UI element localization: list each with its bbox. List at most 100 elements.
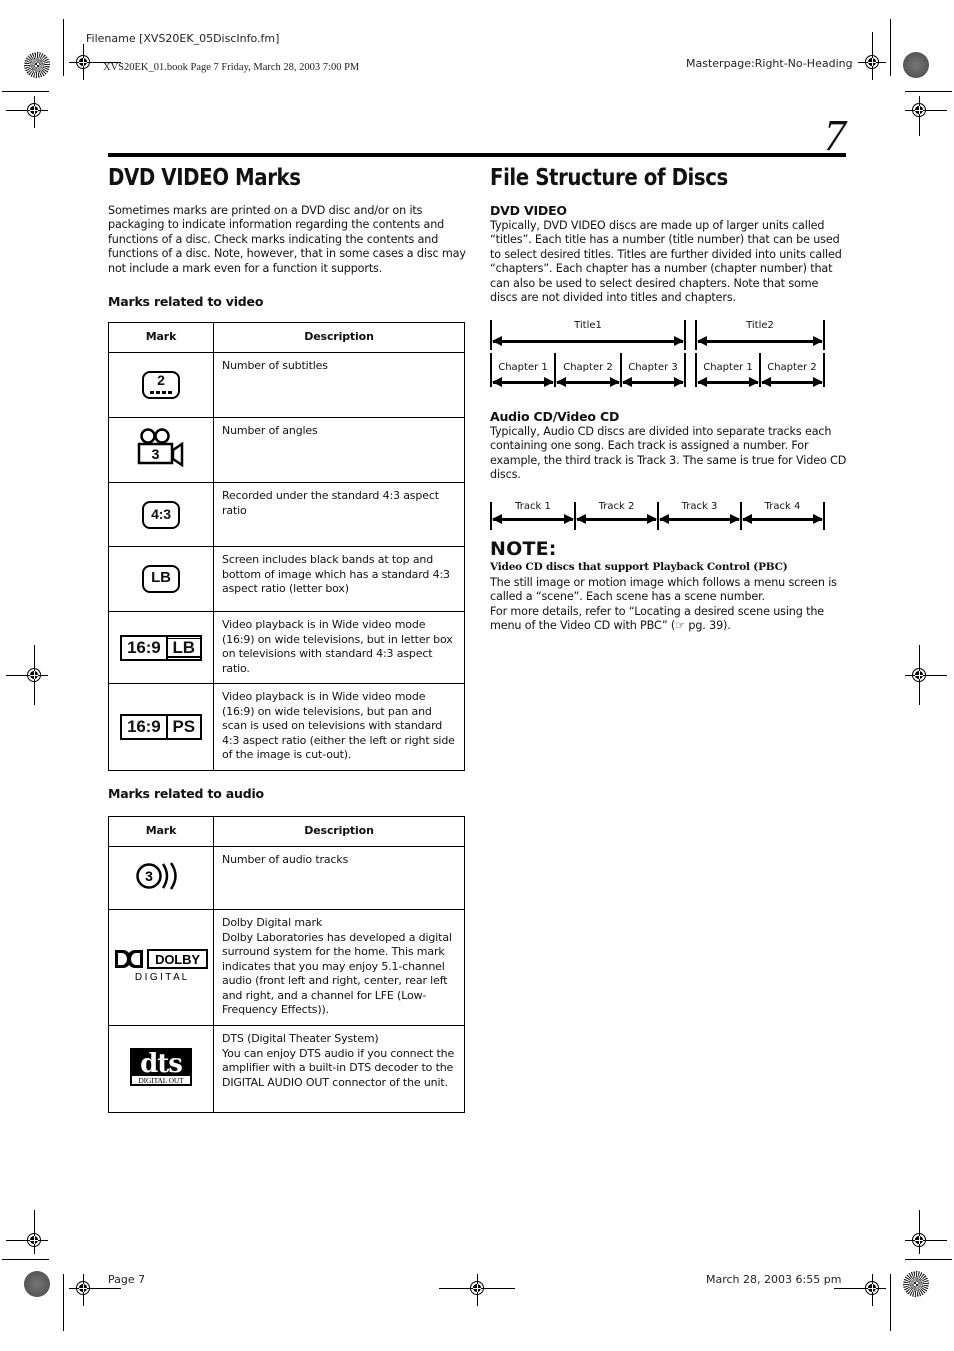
row-description: Video playback is in Wide video mode (16… [213, 683, 465, 771]
crop-line [905, 1259, 952, 1260]
camera-angles-icon: 3 [137, 428, 184, 468]
row-description: Video playback is in Wide video mode (16… [213, 611, 465, 684]
column-header-description: Description [213, 816, 465, 847]
title-segment: Title1 [492, 320, 684, 350]
divider [684, 353, 686, 387]
row-description: Screen includes black bands at top and b… [213, 546, 465, 612]
svg-text:dts: dts [140, 1049, 182, 1079]
crop-line [2, 91, 49, 92]
color-bar-disc-icon [24, 1271, 50, 1297]
row-description: Number of subtitles [213, 352, 465, 418]
dolby-digital-logo-icon: DOLBY D I G I T A L [115, 949, 208, 983]
double-arrow-icon [742, 514, 823, 524]
crop-line [63, 1274, 64, 1331]
aspect-4-3-icon: 4:3 [142, 500, 180, 529]
chapter-segment: Chapter 3 [622, 362, 684, 388]
dvd-structure-diagram: Title1 Title2 Chapter 1 Chapter 2 Chapte… [490, 318, 830, 390]
section-title-file-structure: File Structure of Discs [490, 165, 728, 191]
chapter-segment: Chapter 2 [556, 362, 620, 388]
dvd-video-paragraph: Typically, DVD VIDEO discs are made up o… [490, 219, 842, 305]
chapter-segment: Chapter 1 [697, 362, 759, 388]
double-arrow-icon [697, 377, 759, 387]
crop-line [905, 91, 952, 92]
crop-line [2, 1259, 49, 1260]
svg-text:DOLBY: DOLBY [155, 952, 200, 967]
table-row: 16:9 LB Video playback is in Wide video … [108, 611, 465, 684]
audio-cd-heading: Audio CD/Video CD [490, 409, 620, 424]
color-bar-disc-icon [24, 52, 50, 78]
audio-marks-table: Mark Description 3 Number of audio track… [108, 816, 465, 1113]
row-description: Dolby Laboratories has developed a digit… [222, 930, 452, 1017]
double-arrow-icon [576, 514, 657, 524]
double-arrow-icon [761, 377, 823, 387]
audio-tracks-icon: 3 [136, 862, 177, 890]
note-text-1: The still image or motion image which fo… [490, 576, 837, 604]
footer-timestamp: March 28, 2003 6:55 pm [706, 1273, 842, 1286]
wide-pan-scan-icon: 16:9 PS [120, 714, 202, 740]
divider [823, 320, 825, 350]
divider [823, 502, 825, 530]
table-row: DOLBY D I G I T A L Dolby Digital mark D… [108, 909, 465, 1026]
note-heading: NOTE: [490, 538, 557, 560]
dts-title: DTS (Digital Theater System) [222, 1032, 379, 1045]
crop-line [63, 19, 64, 76]
dts-digital-out-logo-icon: dts DIGITAL OUT [130, 1047, 192, 1086]
row-description: You can enjoy DTS audio if you connect t… [222, 1046, 455, 1089]
section-title-dvd-video-marks: DVD VIDEO Marks [108, 165, 301, 191]
letterbox-icon: LB [142, 565, 180, 593]
svg-text:DIGITAL OUT: DIGITAL OUT [138, 1076, 184, 1085]
double-arrow-icon [492, 514, 574, 524]
video-marks-heading: Marks related to video [108, 294, 264, 309]
header-masterpage: Masterpage:Right-No-Heading [686, 57, 853, 70]
double-arrow-icon [492, 336, 684, 346]
wide-letterbox-icon: 16:9 LB [120, 634, 202, 661]
track-segment: Track 2 [576, 501, 657, 529]
note-subtitle: Video CD discs that support Playback Con… [490, 561, 788, 573]
column-header-mark: Mark [108, 322, 214, 353]
audio-cd-paragraph: Typically, Audio CD discs are divided in… [490, 425, 847, 482]
svg-text:D I G I T A L: D I G I T A L [135, 972, 188, 982]
page-number: 7 [824, 111, 846, 160]
double-arrow-icon [556, 377, 620, 387]
footer-page-label: Page 7 [108, 1273, 146, 1286]
crop-line [890, 1274, 891, 1331]
intro-paragraph: Sometimes marks are printed on a DVD dis… [108, 204, 466, 275]
table-row: 3 Number of angles [108, 417, 465, 483]
chapter-segment: Chapter 2 [761, 362, 823, 388]
row-description: Number of angles [213, 417, 465, 483]
table-header-row: Mark Description [108, 322, 465, 353]
color-bar-disc-icon [903, 1271, 929, 1297]
table-row: dts DIGITAL OUT DTS (Digital Theater Sys… [108, 1025, 465, 1113]
subtitles-icon: 2 [142, 371, 180, 399]
dolby-title: Dolby Digital mark [222, 916, 323, 929]
double-arrow-icon [492, 377, 554, 387]
track-segment: Track 4 [742, 501, 823, 529]
chapter-segment: Chapter 1 [492, 362, 554, 388]
column-header-description: Description [213, 322, 465, 353]
table-row: 4:3 Recorded under the standard 4:3 aspe… [108, 482, 465, 547]
audio-marks-heading: Marks related to audio [108, 786, 264, 801]
column-header-mark: Mark [108, 816, 214, 847]
video-marks-table: Mark Description 2 Number of subtitles 3… [108, 322, 465, 771]
table-row: 2 Number of subtitles [108, 352, 465, 418]
table-row: 16:9 PS Video playback is in Wide video … [108, 683, 465, 771]
table-header-row: Mark Description [108, 816, 465, 847]
double-arrow-icon [697, 336, 823, 346]
crop-line [890, 19, 891, 76]
divider [823, 353, 825, 387]
color-bar-disc-icon [903, 52, 929, 78]
angles-count: 3 [152, 446, 160, 462]
audio-track-count: 3 [145, 868, 153, 884]
track-segment: Track 3 [659, 501, 740, 529]
header-filename: Filename [XVS20EK_05DiscInfo.fm] [86, 32, 280, 45]
header-book-info: XVS20EK_01.book Page 7 Friday, March 28,… [103, 62, 360, 73]
note-text-2: For more details, refer to “Locating a d… [490, 605, 824, 633]
dvd-video-heading: DVD VIDEO [490, 203, 567, 218]
row-description: Number of audio tracks [213, 846, 465, 910]
divider [684, 320, 686, 350]
table-row: LB Screen includes black bands at top an… [108, 546, 465, 612]
title-segment: Title2 [697, 320, 823, 350]
header-rule [108, 153, 846, 157]
double-arrow-icon [622, 377, 684, 387]
table-row: 3 Number of audio tracks [108, 846, 465, 910]
